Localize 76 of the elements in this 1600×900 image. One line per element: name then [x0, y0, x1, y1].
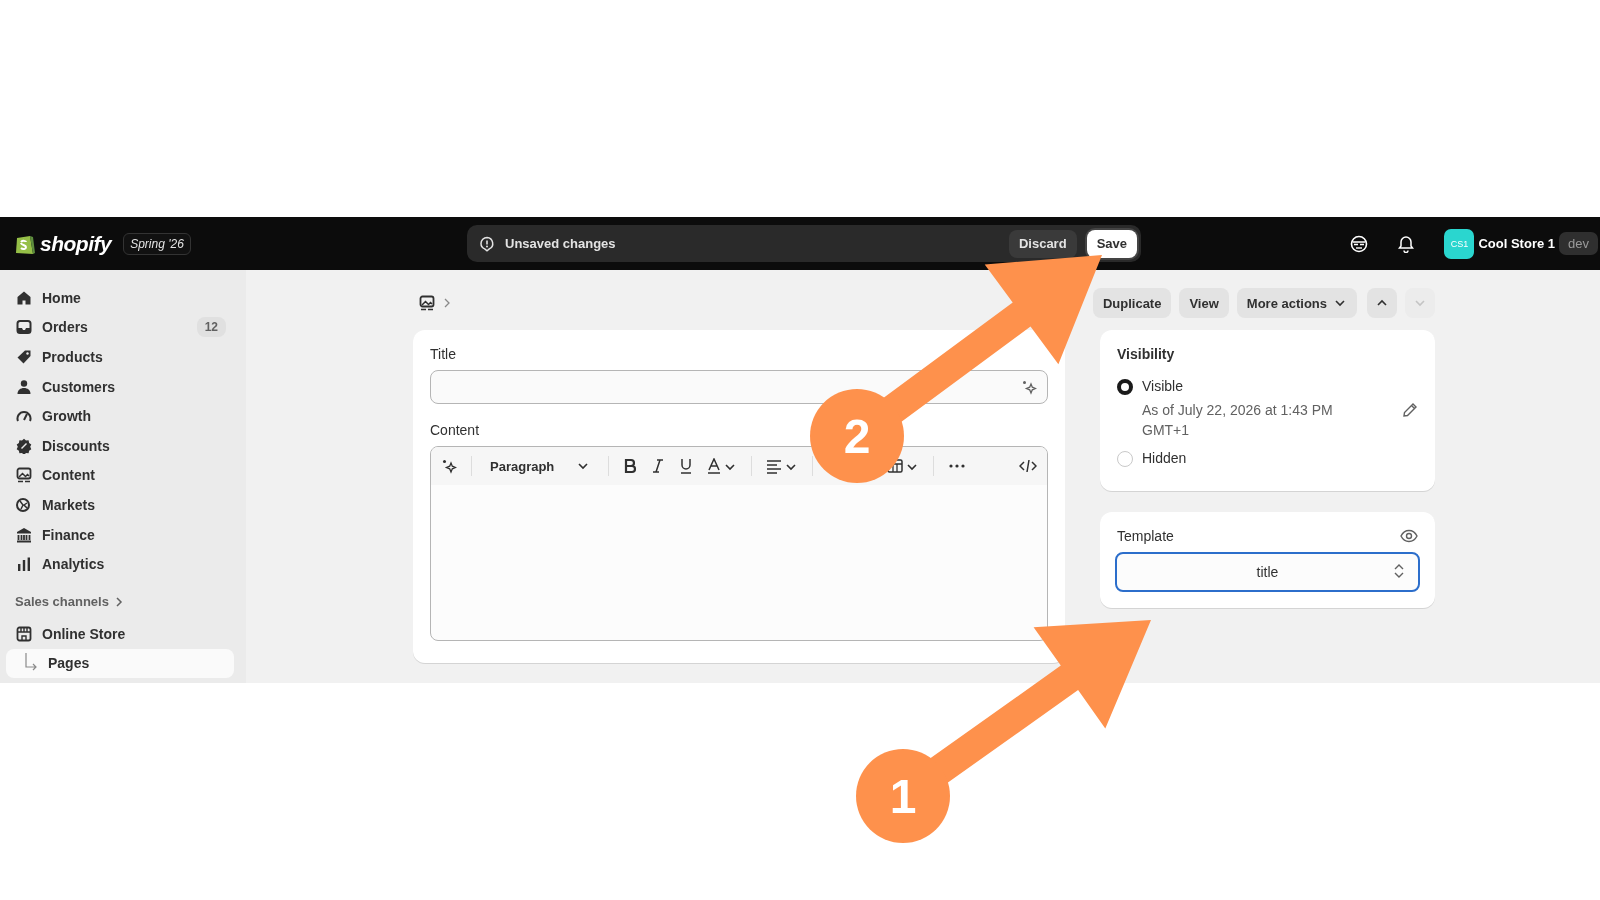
sidebar-item[interactable]: Customers [6, 371, 234, 402]
sidebar-item-label: Online Store [42, 625, 126, 642]
sidebar-item[interactable]: Online Store [6, 618, 234, 649]
person-icon [16, 378, 32, 395]
sidebar-item[interactable]: Analytics [6, 549, 234, 579]
sidebar-item[interactable]: Orders 12 [6, 312, 234, 343]
radio-label[interactable]: Visible [1142, 378, 1418, 394]
chevron-right-icon [443, 298, 451, 308]
globe-icon [16, 496, 32, 513]
sidebar-item-label: Products [42, 349, 103, 365]
bar-chart-icon [16, 556, 32, 573]
notification-bell-icon[interactable] [1398, 234, 1415, 253]
more-icon[interactable] [948, 463, 967, 469]
storefront-icon [16, 625, 32, 642]
sidekick-face-icon[interactable] [1350, 234, 1369, 253]
radio-button[interactable] [1117, 379, 1133, 395]
eye-icon[interactable] [1400, 529, 1418, 543]
orders-count: 12 [196, 317, 226, 338]
sparkle-icon[interactable] [1021, 379, 1037, 395]
unsaved-changes-message: Unsaved changes [505, 236, 617, 251]
sidebar-item[interactable]: Growth [6, 401, 234, 431]
paragraph-format-dropdown[interactable]: Paragraph [486, 451, 595, 481]
content-label: Content [430, 422, 481, 438]
sidebar-item[interactable]: Products [6, 342, 234, 372]
chevron-right-icon[interactable] [114, 596, 123, 607]
logo-wordmark[interactable]: shopify [40, 231, 112, 256]
italic-icon[interactable] [651, 458, 666, 474]
underline-icon[interactable] [679, 458, 694, 474]
template-label: Template [1117, 528, 1174, 544]
code-icon[interactable] [1019, 458, 1037, 474]
radio-label[interactable]: Hidden [1142, 450, 1418, 466]
title-label: Title [430, 346, 457, 362]
sidebar-item[interactable]: Markets [6, 490, 234, 520]
duplicate-button[interactable]: Duplicate [1092, 288, 1172, 318]
save-button[interactable]: Save [1086, 229, 1137, 258]
step-number-badge: 1 [856, 749, 950, 843]
up-down-caret-icon [1394, 563, 1404, 579]
sidebar-item[interactable]: Home [6, 283, 234, 313]
bank-icon [16, 526, 32, 543]
more-actions-button[interactable]: More actions [1236, 288, 1357, 318]
pencil-icon[interactable] [1402, 402, 1418, 418]
sidebar-item-label: Pages [48, 655, 90, 672]
inbox-icon [16, 319, 32, 336]
visibility-heading: Visibility [1117, 346, 1176, 362]
previous-page-button[interactable] [1367, 288, 1397, 318]
sidebar-item-label: Content [42, 467, 95, 484]
image-icon [16, 467, 32, 484]
visibility-date-text: As of July 22, 2026 at 1:43 PM GMT+1 [1142, 401, 1334, 440]
sparkle-icon[interactable] [441, 458, 457, 474]
align-icon[interactable] [766, 458, 799, 474]
image-icon[interactable] [419, 295, 435, 311]
sidebar-item-label: Finance [42, 526, 95, 543]
sidebar-item-label: Markets [42, 496, 95, 513]
sidebar-item-label: Growth [42, 408, 91, 425]
store-name[interactable]: Cool Store 1 [1478, 236, 1556, 251]
alert-icon [479, 235, 495, 252]
template-select[interactable]: title [1115, 552, 1420, 592]
discard-button[interactable]: Discard [1008, 229, 1077, 258]
sidebar-item-label: Customers [42, 378, 116, 395]
percent-badge-icon [16, 437, 32, 454]
sales-channels-heading[interactable]: Sales channels [15, 594, 109, 610]
dev-badge: dev [1559, 232, 1598, 255]
view-button[interactable]: View [1179, 288, 1229, 318]
home-icon [16, 289, 32, 306]
sidebar-item[interactable]: Discounts [6, 430, 234, 461]
edition-badge: Spring '26 [123, 232, 191, 255]
bold-icon[interactable] [623, 458, 638, 474]
text-color-icon[interactable] [707, 458, 738, 474]
sidebar-item-label: Analytics [42, 556, 105, 573]
sidebar-item-label: Discounts [42, 437, 110, 454]
sidebar-item[interactable]: Content [6, 460, 234, 491]
sidebar-subitem[interactable]: Pages [6, 648, 234, 679]
sidebar-item-label: Home [42, 289, 81, 306]
sidebar-item[interactable]: Finance [6, 519, 234, 550]
tag-icon [16, 349, 32, 365]
sidebar-item-label: Orders [42, 319, 88, 336]
